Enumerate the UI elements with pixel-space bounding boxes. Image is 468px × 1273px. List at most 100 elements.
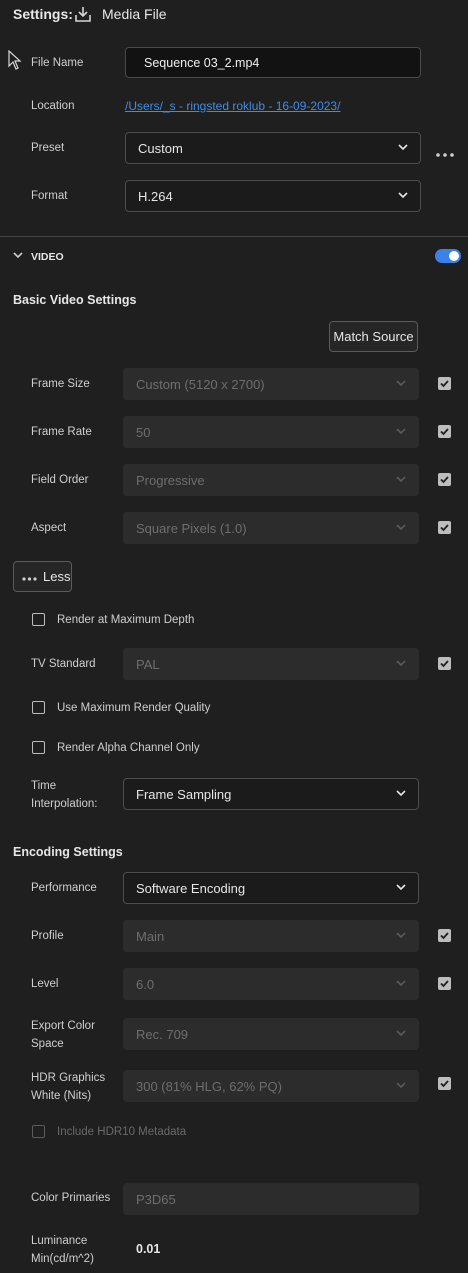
hdr-graphics-white-checkbox[interactable] <box>438 1077 451 1090</box>
hdr-graphics-white-label-line1: HDR Graphics <box>31 1072 106 1084</box>
chevron-down-icon <box>398 142 408 152</box>
render-alpha-label: Render Alpha Channel Only <box>57 742 200 754</box>
level-label: Level <box>31 978 59 990</box>
match-source-button[interactable]: Match Source <box>329 321 418 352</box>
chevron-down-icon <box>396 658 406 668</box>
location-link[interactable]: /Users/_s - ringsted roklub - 16-09-2023… <box>125 99 340 113</box>
export-color-space-label-line2: Space <box>31 1038 64 1050</box>
render-max-depth-label: Render at Maximum Depth <box>57 614 195 626</box>
include-hdr10-checkbox[interactable] <box>32 1125 45 1138</box>
mouse-cursor-icon <box>8 49 22 70</box>
export-color-space-dropdown[interactable]: Rec. 709 <box>123 1018 419 1050</box>
preset-dropdown[interactable]: Custom <box>125 132 421 164</box>
include-hdr10-label: Include HDR10 Metadata <box>57 1126 187 1138</box>
less-label: Less <box>43 569 71 584</box>
tv-standard-dropdown[interactable]: PAL <box>123 648 419 680</box>
field-order-checkbox[interactable] <box>438 473 451 486</box>
toggle-knob <box>449 251 459 261</box>
profile-dropdown[interactable]: Main <box>123 920 419 952</box>
level-checkbox[interactable] <box>438 977 451 990</box>
file-name-input[interactable]: Sequence 03_2.mp4 <box>125 47 421 78</box>
performance-dropdown[interactable]: Software Encoding <box>123 872 419 904</box>
luminance-min-label-line2: Min(cd/m^2) <box>31 1253 94 1265</box>
luminance-min-value[interactable]: 0.01 <box>136 1242 160 1256</box>
chevron-down-icon <box>396 930 406 940</box>
max-render-quality-checkbox[interactable] <box>32 701 45 714</box>
render-alpha-checkbox[interactable] <box>32 741 45 754</box>
frame-rate-label: Frame Rate <box>31 426 92 438</box>
chevron-down-icon <box>396 1080 406 1090</box>
export-color-space-label: Export Color Space <box>31 1017 95 1053</box>
file-name-label: File Name <box>31 57 84 69</box>
more-options-icon[interactable] <box>436 146 454 157</box>
preset-label: Preset <box>31 142 65 154</box>
hdr-graphics-white-label: HDR Graphics White (Nits) <box>31 1069 105 1105</box>
chevron-down-icon <box>396 378 406 388</box>
collapse-chevron-icon[interactable] <box>12 249 24 259</box>
profile-value: Main <box>136 928 165 944</box>
aspect-dropdown[interactable]: Square Pixels (1.0) <box>123 512 419 544</box>
basic-video-settings-title: Basic Video Settings <box>13 293 137 307</box>
frame-rate-value: 50 <box>136 424 151 440</box>
field-order-value: Progressive <box>136 472 205 488</box>
preset-value: Custom <box>138 140 183 156</box>
chevron-down-icon <box>396 978 406 988</box>
hdr-graphics-white-dropdown[interactable]: 300 (81% HLG, 62% PQ) <box>123 1070 419 1102</box>
frame-size-label: Frame Size <box>31 378 90 390</box>
format-value: H.264 <box>138 188 173 204</box>
video-section-label: VIDEO <box>31 251 64 263</box>
hdr-graphics-white-label-line2: White (Nits) <box>31 1090 92 1102</box>
format-dropdown[interactable]: H.264 <box>125 180 421 212</box>
export-color-space-label-line1: Export Color <box>31 1020 95 1032</box>
luminance-min-label: Luminance Min(cd/m^2) <box>31 1232 94 1268</box>
tv-standard-value: PAL <box>136 656 160 672</box>
format-label: Format <box>31 190 68 202</box>
luminance-min-label-line1: Luminance <box>31 1235 88 1247</box>
level-dropdown[interactable]: 6.0 <box>123 968 419 1000</box>
time-interpolation-value: Frame Sampling <box>136 786 232 802</box>
ellipsis-icon <box>22 569 37 584</box>
level-value: 6.0 <box>136 976 155 992</box>
performance-label: Performance <box>31 882 97 894</box>
tv-standard-checkbox[interactable] <box>438 657 451 670</box>
chevron-down-icon <box>396 882 406 892</box>
max-render-quality-label: Use Maximum Render Quality <box>57 702 211 714</box>
chevron-down-icon <box>398 190 408 200</box>
video-toggle[interactable] <box>435 249 461 263</box>
field-order-dropdown[interactable]: Progressive <box>123 464 419 496</box>
profile-label: Profile <box>31 930 64 942</box>
aspect-value: Square Pixels (1.0) <box>136 520 247 536</box>
frame-rate-dropdown[interactable]: 50 <box>123 416 419 448</box>
color-primaries-field[interactable]: P3D65 <box>123 1183 419 1215</box>
chevron-down-icon <box>396 1028 406 1038</box>
encoding-settings-title: Encoding Settings <box>13 845 123 859</box>
frame-size-checkbox[interactable] <box>438 377 451 390</box>
color-primaries-label: Color Primaries <box>31 1192 111 1204</box>
section-divider <box>0 236 468 237</box>
export-download-icon[interactable] <box>74 5 92 23</box>
render-max-depth-checkbox[interactable] <box>32 613 45 626</box>
tv-standard-label: TV Standard <box>31 658 96 670</box>
time-interpolation-label: Time Interpolation: <box>31 777 98 813</box>
frame-size-value: Custom (5120 x 2700) <box>136 376 265 392</box>
less-button[interactable]: Less <box>13 561 72 592</box>
frame-rate-checkbox[interactable] <box>438 425 451 438</box>
export-color-space-value: Rec. 709 <box>136 1026 189 1042</box>
chevron-down-icon <box>396 426 406 436</box>
media-file-label[interactable]: Media File <box>102 6 167 22</box>
profile-checkbox[interactable] <box>438 929 451 942</box>
settings-title: Settings: <box>13 6 73 22</box>
frame-size-dropdown[interactable]: Custom (5120 x 2700) <box>123 368 419 400</box>
chevron-down-icon <box>396 522 406 532</box>
performance-value: Software Encoding <box>136 880 246 896</box>
time-interpolation-dropdown[interactable]: Frame Sampling <box>123 778 419 810</box>
time-interpolation-label-line1: Time <box>31 780 57 792</box>
chevron-down-icon <box>396 474 406 484</box>
aspect-checkbox[interactable] <box>438 521 451 534</box>
time-interpolation-label-line2: Interpolation: <box>31 798 98 810</box>
field-order-label: Field Order <box>31 474 89 486</box>
location-label: Location <box>31 100 75 112</box>
chevron-down-icon <box>396 788 406 798</box>
aspect-label: Aspect <box>31 522 67 534</box>
hdr-graphics-white-value: 300 (81% HLG, 62% PQ) <box>136 1078 282 1094</box>
